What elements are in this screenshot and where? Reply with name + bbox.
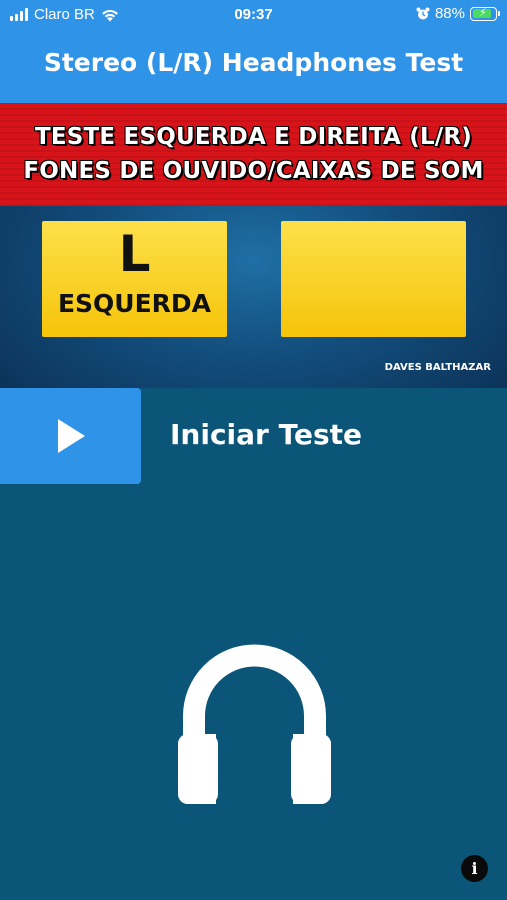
banner-line-1: TESTE ESQUERDA E DIREITA (L/R) [34, 124, 473, 150]
battery-percent: 88% [434, 5, 465, 22]
info-icon: i [471, 859, 478, 878]
banner-line-2: FONES DE OUVIDO/CAIXAS DE SOM [23, 158, 484, 184]
page-title: Stereo (L/R) Headphones Test [43, 48, 464, 77]
video-banner: TESTE ESQUERDA E DIREITA (L/R) FONES DE … [0, 103, 507, 206]
left-channel-panel: L ESQUERDA [42, 221, 227, 337]
video-credit: DAVES BALTHAZAR [384, 362, 491, 373]
headphones-icon [178, 644, 331, 804]
play-icon [57, 419, 85, 453]
right-channel-panel [281, 221, 466, 337]
play-button[interactable] [0, 388, 141, 484]
battery-charging-icon: ⚡ [470, 6, 500, 21]
start-test-label[interactable]: Iniciar Teste [170, 418, 362, 451]
status-bar: Claro BR 09:37 88% ⚡ [0, 0, 507, 30]
left-channel-word: ESQUERDA [57, 289, 212, 318]
info-button[interactable]: i [461, 855, 488, 882]
left-channel-letter: L [118, 225, 151, 283]
app-header: Claro BR 09:37 88% ⚡ Stereo (L/R) Headph… [0, 0, 507, 103]
alarm-icon [416, 7, 430, 19]
video-player[interactable]: TESTE ESQUERDA E DIREITA (L/R) FONES DE … [0, 103, 507, 388]
